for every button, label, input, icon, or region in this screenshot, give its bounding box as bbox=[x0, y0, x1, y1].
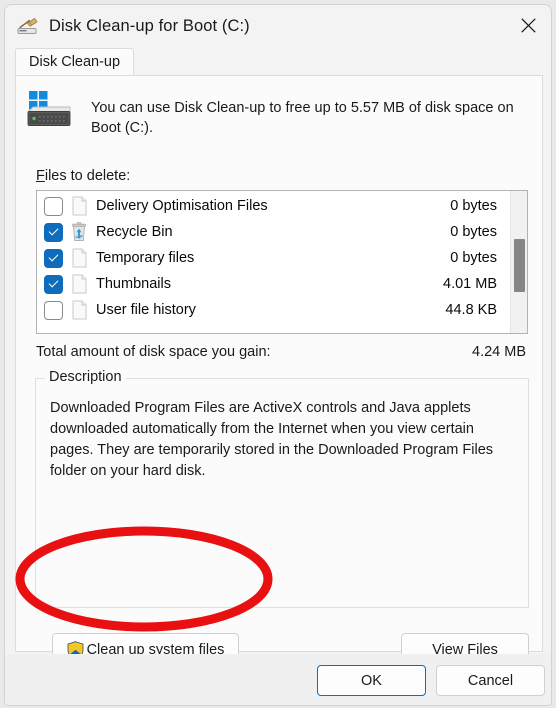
dialog-footer: OK Cancel bbox=[5, 654, 551, 705]
disk-cleanup-icon bbox=[17, 16, 39, 38]
file-icon bbox=[69, 273, 89, 295]
disk-cleanup-window: Disk Clean-up for Boot (C:) Disk Clean-u… bbox=[4, 4, 552, 706]
description-text: Downloaded Program Files are ActiveX con… bbox=[50, 400, 494, 479]
ok-button[interactable]: OK bbox=[317, 665, 426, 696]
total-space-value: 4.24 MB bbox=[472, 344, 526, 360]
description-legend: Description bbox=[45, 369, 126, 385]
tab-disk-cleanup[interactable]: Disk Clean-up bbox=[15, 48, 135, 75]
list-item[interactable]: Delivery Optimisation Files 0 bytes bbox=[37, 193, 509, 219]
list-item[interactable]: Thumbnails 4.01 MB bbox=[37, 271, 509, 297]
header-blurb: You can use Disk Clean-up to free up to … bbox=[25, 90, 533, 138]
file-name: Thumbnails bbox=[96, 276, 171, 292]
ok-button-label: OK bbox=[361, 672, 382, 689]
file-checkbox[interactable] bbox=[44, 248, 63, 268]
disk-cleanup-tab-panel: You can use Disk Clean-up to free up to … bbox=[15, 75, 543, 666]
file-name: Recycle Bin bbox=[96, 224, 173, 240]
file-icon bbox=[69, 299, 89, 321]
file-checkbox[interactable] bbox=[44, 300, 63, 320]
file-icon bbox=[69, 247, 89, 269]
recycle-bin-icon bbox=[69, 221, 89, 243]
file-name: Temporary files bbox=[96, 250, 195, 266]
header-message: You can use Disk Clean-up to free up to … bbox=[91, 100, 514, 136]
file-checkbox[interactable] bbox=[44, 274, 63, 294]
tab-disk-cleanup-label: Disk Clean-up bbox=[29, 54, 121, 70]
file-size: 44.8 KB bbox=[445, 302, 497, 318]
file-size: 0 bytes bbox=[450, 250, 497, 266]
title-bar: Disk Clean-up for Boot (C:) bbox=[5, 5, 551, 48]
file-checkbox[interactable] bbox=[44, 222, 63, 242]
total-space-row: Total amount of disk space you gain: 4.2… bbox=[36, 344, 528, 360]
file-size: 0 bytes bbox=[450, 224, 497, 240]
file-size: 4.01 MB bbox=[443, 276, 497, 292]
file-size: 0 bytes bbox=[450, 198, 497, 214]
list-item[interactable]: Temporary files 0 bytes bbox=[37, 245, 509, 271]
close-icon[interactable] bbox=[505, 5, 551, 45]
files-label-rest: iles to delete: bbox=[44, 168, 131, 184]
files-to-delete-label: Files to delete: bbox=[36, 168, 130, 184]
list-scrollbar-thumb[interactable] bbox=[514, 239, 525, 292]
list-item[interactable]: Recycle Bin 0 bytes bbox=[37, 219, 509, 245]
file-name: User file history bbox=[96, 302, 196, 318]
description-groupbox: Description Downloaded Program Files are… bbox=[35, 369, 529, 608]
total-space-label: Total amount of disk space you gain: bbox=[36, 344, 271, 360]
files-to-delete-list[interactable]: Delivery Optimisation Files 0 bytes Recy… bbox=[36, 190, 528, 334]
file-name: Delivery Optimisation Files bbox=[96, 198, 268, 214]
list-item[interactable]: User file history 44.8 KB bbox=[37, 297, 509, 323]
window-title: Disk Clean-up for Boot (C:) bbox=[49, 17, 250, 35]
tab-strip: Disk Clean-up bbox=[15, 48, 551, 75]
file-checkbox[interactable] bbox=[44, 196, 63, 216]
cancel-button-label: Cancel bbox=[467, 672, 514, 689]
file-icon bbox=[69, 195, 89, 217]
list-scrollbar[interactable] bbox=[510, 191, 527, 333]
windows-disk-drive-icon bbox=[25, 90, 83, 136]
cancel-button[interactable]: Cancel bbox=[436, 665, 545, 696]
files-label-accel: F bbox=[36, 168, 45, 184]
files-list-rows: Delivery Optimisation Files 0 bytes Recy… bbox=[37, 191, 509, 333]
